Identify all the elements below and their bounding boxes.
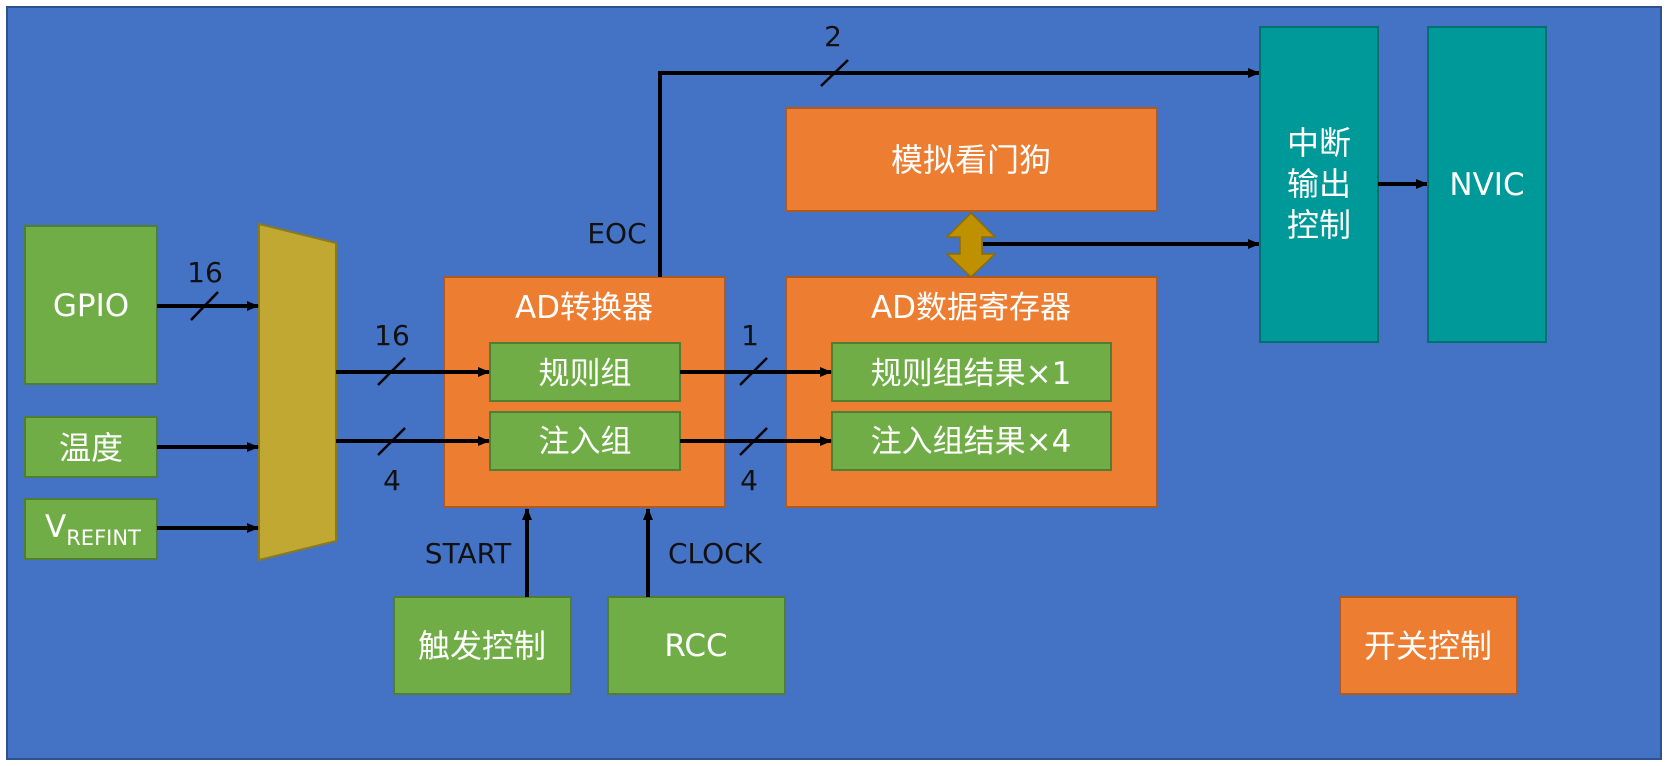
ad-converter-block: AD转换器 规则组 注入组	[443, 276, 726, 508]
switch-control-block: 开关控制	[1339, 596, 1518, 695]
start-label: START	[425, 537, 512, 570]
ad-data-register-block: AD数据寄存器 规则组结果×1 注入组结果×4	[785, 276, 1158, 508]
interrupt-label-line-2: 输出	[1287, 165, 1351, 203]
regular-result-label: 规则组结果×1	[871, 356, 1072, 392]
ad-converter-title: AD转换器	[515, 290, 653, 326]
regular-in-bus-width: 16	[374, 319, 410, 352]
vrefint-sub: REFINT	[66, 526, 141, 550]
eoc-bus-width: 2	[824, 20, 842, 53]
trigger-control-block: 触发控制	[393, 596, 572, 695]
analog-watchdog-label: 模拟看门狗	[891, 141, 1051, 179]
trigger-control-label: 触发控制	[418, 627, 546, 665]
gpio-bus-width: 16	[187, 256, 223, 289]
vrefint-main: V	[45, 509, 66, 545]
regular-group-label: 规则组	[539, 356, 632, 392]
injected-out-bus-width: 4	[740, 464, 758, 497]
gpio-block: GPIO	[24, 225, 158, 385]
regular-out-bus-width: 1	[741, 319, 759, 352]
interrupt-output-control-block: 中断 输出 控制	[1259, 26, 1379, 343]
switch-control-label: 开关控制	[1364, 627, 1492, 665]
injected-result-label: 注入组结果×4	[871, 424, 1072, 460]
rcc-label: RCC	[664, 628, 727, 664]
ad-register-title: AD数据寄存器	[871, 290, 1071, 326]
vrefint-block: VREFINT	[24, 498, 158, 560]
clock-label: CLOCK	[668, 537, 763, 570]
adc-block-diagram: GPIO 温度 VREFINT 16 AD转换器 规则组 注入组 16 4 AD…	[6, 6, 1662, 760]
temperature-block: 温度	[24, 416, 158, 478]
gpio-label: GPIO	[53, 288, 129, 324]
injected-in-bus-width: 4	[383, 464, 401, 497]
interrupt-label-line-3: 控制	[1287, 206, 1351, 244]
analog-watchdog-block: 模拟看门狗	[785, 107, 1158, 212]
nvic-block: NVIC	[1427, 26, 1547, 343]
rcc-block: RCC	[607, 596, 786, 695]
interrupt-label-line-1: 中断	[1287, 124, 1351, 162]
temperature-label: 温度	[59, 429, 123, 467]
nvic-label: NVIC	[1449, 167, 1524, 203]
injected-group-label: 注入组	[539, 424, 632, 460]
eoc-label: EOC	[587, 217, 646, 250]
analog-multiplexer	[258, 222, 337, 562]
